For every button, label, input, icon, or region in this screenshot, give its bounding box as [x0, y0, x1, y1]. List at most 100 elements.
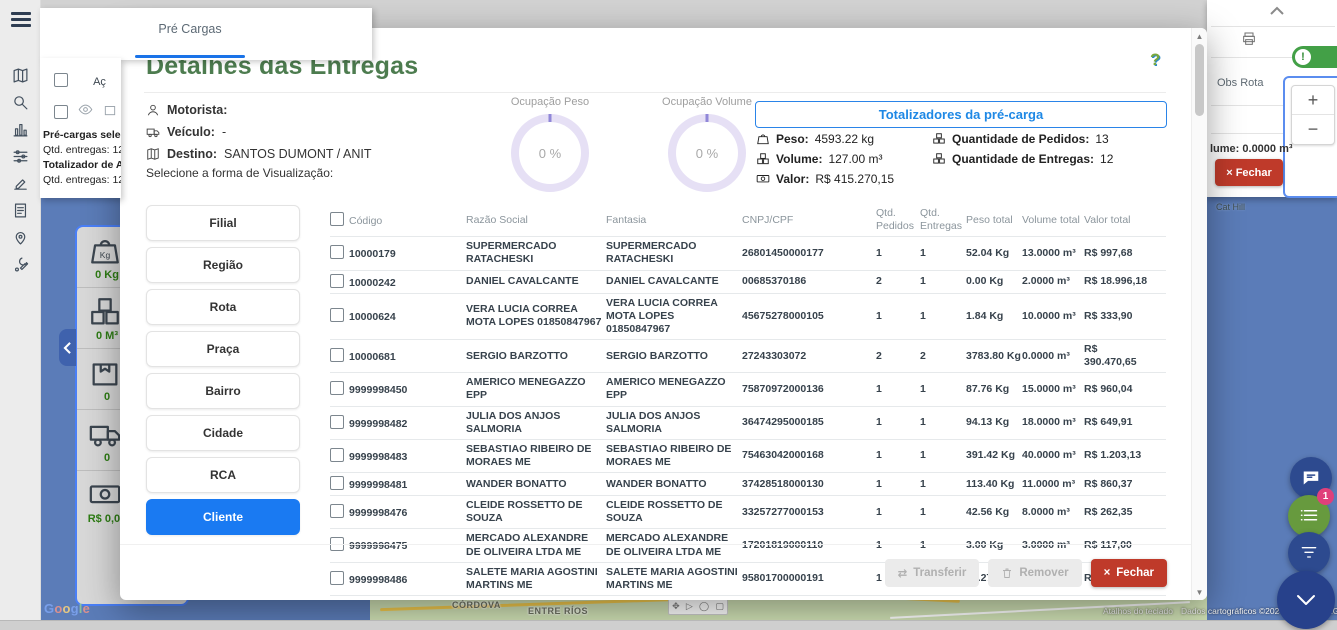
pan-hand-icon[interactable]: ✥: [672, 601, 680, 612]
scroll-down-arrow[interactable]: ▼: [1192, 585, 1207, 599]
pre-cargas-summary: Pré-cargas seleciQtd. entregas: 12Totali…: [43, 128, 121, 188]
motorista-row: Motorista:: [146, 103, 234, 117]
table-cell: VERA LUCIA CORREA MOTA LOPES 01850847967: [606, 294, 742, 339]
table-cell: 1: [876, 307, 920, 326]
view-button-regiao[interactable]: Região: [146, 247, 300, 283]
modal-scrollbar[interactable]: ▲ ▼: [1191, 28, 1207, 600]
select-all-checkbox[interactable]: [54, 73, 68, 87]
help-icon[interactable]: ?: [1150, 50, 1160, 70]
table-cell: 10.0000 m³: [1022, 307, 1084, 326]
table-cell: 2: [920, 347, 966, 366]
view-button-rca[interactable]: RCA: [146, 457, 300, 493]
document-icon[interactable]: [7, 197, 33, 224]
circle-tool-icon[interactable]: ◯: [699, 601, 709, 612]
total-pedidos: Quantidade de Pedidos:13: [932, 132, 1109, 146]
row-checkbox[interactable]: [54, 105, 68, 119]
map-label-cat-hill: Cat Hill: [1216, 202, 1245, 212]
filter-fab-button[interactable]: [1288, 532, 1330, 574]
transferir-button[interactable]: ⇄Transferir: [885, 559, 980, 587]
occupancy-gauges: Ocupação Peso0 %Ocupação Volume0 %: [505, 96, 752, 192]
chevron-down-icon: [1296, 594, 1316, 606]
table-cell: 1: [876, 475, 920, 494]
table-cell: 15.0000 m³: [1022, 380, 1084, 399]
detalhes-entregas-modal: Detalhes das Entregas ? Motorista: Veícu…: [120, 28, 1207, 600]
tab-pre-cargas[interactable]: Pré Cargas: [135, 22, 245, 36]
row-checkbox[interactable]: [330, 245, 344, 259]
actions-label: Aç: [93, 76, 106, 88]
map-label-entre-rios: ENTRE RÍOS: [528, 606, 588, 616]
row-checkbox[interactable]: [330, 476, 344, 490]
search-icon[interactable]: [7, 89, 33, 116]
table-body: 10000179SUPERMERCADO RATACHESKISUPERMERC…: [330, 236, 1166, 596]
printer-icon[interactable]: [1241, 31, 1257, 47]
edit-icon[interactable]: [7, 170, 33, 197]
row-checkbox[interactable]: [330, 308, 344, 322]
table-cell: 1: [920, 475, 966, 494]
box-icon[interactable]: [103, 103, 117, 122]
view-button-praca[interactable]: Praça: [146, 331, 300, 367]
row-checkbox[interactable]: [330, 348, 344, 362]
table-cell: 36474295000185: [742, 413, 876, 432]
table-row[interactable]: 9999998482JULIA DOS ANJOS SALMORIAJULIA …: [330, 406, 1166, 439]
table-cell: R$ 1.203,13: [1084, 446, 1154, 465]
cursor-icon[interactable]: ▷: [686, 601, 693, 612]
table-cell: 11.0000 m³: [1022, 475, 1084, 494]
map-zoom-out-button[interactable]: −: [1292, 115, 1334, 143]
table-row[interactable]: 10000624 VERA LUCIA CORREA MOTA LOPES 018…: [330, 293, 1166, 339]
view-button-cidade[interactable]: Cidade: [146, 415, 300, 451]
table-cell: R$ 649,91: [1084, 413, 1154, 432]
table-cell: SUPERMERCADO RATACHESKI: [606, 237, 742, 269]
gauge-ring: 0 %: [668, 114, 746, 192]
pin-icon[interactable]: [7, 224, 33, 251]
table-cell: 1: [920, 272, 966, 291]
table-row[interactable]: 9999998476CLEIDE ROSSETTO DE SOUZACLEIDE…: [330, 495, 1166, 528]
sliders-icon[interactable]: [7, 143, 33, 170]
table-row[interactable]: 9999998450AMERICO MENEGAZZO EPPAMERICO M…: [330, 372, 1166, 405]
expand-fab-button[interactable]: [1277, 571, 1335, 629]
gauge-label: Ocupação Volume: [662, 96, 752, 108]
collapse-panel-button[interactable]: [59, 329, 76, 366]
scroll-up-arrow[interactable]: ▲: [1192, 29, 1207, 43]
eye-icon[interactable]: [78, 102, 93, 122]
view-button-cliente[interactable]: Cliente: [146, 499, 300, 535]
row-checkbox[interactable]: [330, 448, 344, 462]
row-checkbox[interactable]: [330, 504, 344, 518]
map-icon[interactable]: [7, 62, 33, 89]
scroll-thumb[interactable]: [1195, 44, 1204, 116]
table-row[interactable]: 9999998481WANDER BONATTOWANDER BONATTO37…: [330, 472, 1166, 495]
map-zoom-in-button[interactable]: +: [1292, 86, 1334, 115]
view-button-rota[interactable]: Rota: [146, 289, 300, 325]
list-icon: [1300, 509, 1318, 523]
gauge-label: Ocupação Peso: [511, 96, 589, 108]
table-cell: DANIEL CAVALCANTE: [466, 272, 606, 291]
table-cell: 10000624: [330, 305, 466, 327]
table-cell: 2: [876, 347, 920, 366]
table-row[interactable]: 10000179SUPERMERCADO RATACHESKISUPERMERC…: [330, 236, 1166, 269]
view-mode-buttons: Filial Região Rota Praça Bairro Cidade RCA Clie…: [146, 205, 300, 535]
fechar-button[interactable]: ×Fechar: [1091, 559, 1167, 587]
chevron-up-icon[interactable]: [1270, 3, 1286, 15]
table-row[interactable]: 10000242DANIEL CAVALCANTEDANIEL CAVALCAN…: [330, 270, 1166, 293]
route-fechar-button[interactable]: × Fechar: [1215, 159, 1283, 186]
table-cell: 1: [920, 503, 966, 522]
table-row[interactable]: 9999998483SEBASTIAO RIBEIRO DE MORAES ME…: [330, 439, 1166, 472]
total-valor: Valor:R$ 415.270,15: [756, 172, 894, 186]
table-cell: 0.00 Kg: [966, 272, 1022, 291]
row-checkbox[interactable]: [330, 381, 344, 395]
view-button-bairro[interactable]: Bairro: [146, 373, 300, 409]
table-row[interactable]: 10000681SERGIO BARZOTTOSERGIO BARZOTTO27…: [330, 339, 1166, 372]
remover-button[interactable]: Remover: [988, 559, 1081, 587]
row-checkbox[interactable]: [330, 274, 344, 288]
row-checkbox[interactable]: [330, 415, 344, 429]
chart-icon[interactable]: [7, 116, 33, 143]
view-button-filial[interactable]: Filial: [146, 205, 300, 241]
wrench-icon[interactable]: [7, 251, 33, 278]
rect-tool-icon[interactable]: ▢: [715, 601, 724, 612]
table-cell: JULIA DOS ANJOS SALMORIA: [466, 407, 606, 439]
table-cell: 8.0000 m³: [1022, 503, 1084, 522]
hamburger-icon[interactable]: [11, 12, 31, 28]
keyboard-shortcuts-link[interactable]: Atalhos do teclado: [1103, 606, 1173, 616]
alert-pill[interactable]: !: [1292, 46, 1337, 68]
select-all-checkbox[interactable]: [330, 212, 344, 226]
table-cell: 10000179: [330, 242, 466, 264]
